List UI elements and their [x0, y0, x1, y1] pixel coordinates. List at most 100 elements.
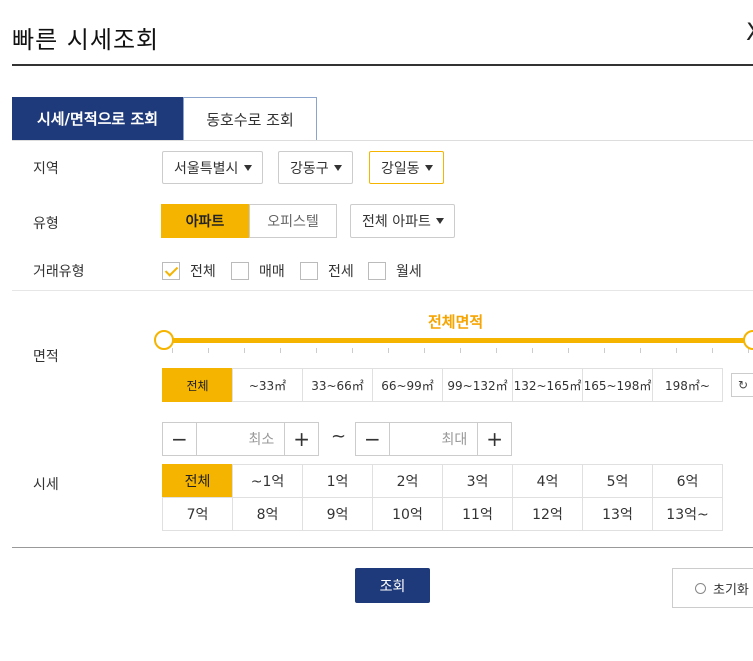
dong-select[interactable]: 강일동: [369, 151, 444, 184]
price-max-input[interactable]: 최대: [390, 423, 477, 455]
type-option-apartment[interactable]: 아파트: [161, 204, 249, 238]
trade-checkbox-all[interactable]: 전체: [162, 261, 216, 281]
price-button[interactable]: ~1억: [232, 464, 303, 498]
price-button[interactable]: 8억: [232, 497, 303, 531]
price-button-row-1: 전체 ~1억 1억 2억 3억 4억 5억 6억: [162, 464, 723, 498]
checkbox-icon: [368, 262, 386, 280]
slider-tick: [352, 348, 353, 353]
reset-button-label: 초기화: [713, 582, 749, 598]
slider-tick: [280, 348, 281, 353]
price-range-separator: ~: [331, 426, 347, 447]
chevron-down-icon: [436, 218, 444, 224]
area-label: 면적: [33, 349, 59, 365]
price-button[interactable]: 4억: [512, 464, 583, 498]
area-button-all[interactable]: 전체: [162, 368, 233, 402]
footer-divider: [12, 547, 753, 548]
price-min-increase-button[interactable]: +: [284, 423, 318, 455]
slider-tick: [676, 348, 677, 353]
slider-tick: [604, 348, 605, 353]
checkbox-icon: [300, 262, 318, 280]
subtype-select-value: 전체 아파트: [362, 214, 431, 230]
reset-button[interactable]: 초기화: [672, 568, 753, 608]
area-button-under-33[interactable]: ~33㎡: [232, 368, 303, 402]
reset-icon: [695, 582, 706, 594]
tab-divider: [12, 140, 753, 141]
section-divider: [12, 290, 753, 291]
price-max-increase-button[interactable]: +: [477, 423, 511, 455]
price-button[interactable]: 13억: [582, 497, 653, 531]
area-reset-icon[interactable]: ↻: [731, 373, 753, 397]
slider-tick: [172, 348, 173, 353]
price-button[interactable]: 3억: [442, 464, 513, 498]
price-min-stepper: − 최소 +: [162, 422, 319, 456]
slider-tick: [424, 348, 425, 353]
price-label: 시세: [33, 477, 59, 493]
title-divider: [12, 64, 753, 66]
price-max-decrease-button[interactable]: −: [356, 423, 390, 455]
slider-tick: [208, 348, 209, 353]
chevron-down-icon: [425, 165, 433, 171]
trade-checkbox-label: 전세: [328, 264, 354, 280]
price-button[interactable]: 5억: [582, 464, 653, 498]
slider-tick: [712, 348, 713, 353]
area-button-132-165[interactable]: 132~165㎡: [512, 368, 583, 402]
price-button[interactable]: 9억: [302, 497, 373, 531]
slider-tick: [316, 348, 317, 353]
trade-checkbox-sale[interactable]: 매매: [231, 261, 285, 281]
city-select[interactable]: 서울특별시: [162, 151, 263, 184]
district-select-value: 강동구: [290, 160, 329, 177]
type-option-officetel[interactable]: 오피스텔: [249, 204, 337, 238]
area-button-row: 전체 ~33㎡ 33~66㎡ 66~99㎡ 99~132㎡ 132~165㎡ 1…: [162, 368, 723, 402]
region-label: 지역: [33, 161, 59, 177]
slider-tick: [244, 348, 245, 353]
trade-label: 거래유형: [33, 264, 85, 280]
area-button-over-198[interactable]: 198㎡~: [652, 368, 723, 402]
slider-tick: [496, 348, 497, 353]
type-label: 유형: [33, 216, 59, 232]
close-icon[interactable]: X: [746, 18, 753, 46]
dong-select-value: 강일동: [381, 160, 420, 177]
checkbox-checked-icon: [162, 262, 180, 280]
slider-tick: [532, 348, 533, 353]
area-slider-min-handle[interactable]: [154, 330, 174, 350]
slider-tick: [460, 348, 461, 353]
checkbox-icon: [231, 262, 249, 280]
price-button[interactable]: 1억: [302, 464, 373, 498]
area-slider-track[interactable]: [164, 338, 753, 343]
tab-unit-number[interactable]: 동호수로 조회: [183, 97, 317, 140]
price-button[interactable]: 2억: [372, 464, 443, 498]
price-button[interactable]: 12억: [512, 497, 583, 531]
trade-checkbox-monthly[interactable]: 월세: [368, 261, 422, 281]
area-range-title: 전체면적: [428, 313, 484, 331]
area-button-66-99[interactable]: 66~99㎡: [372, 368, 443, 402]
chevron-down-icon: [334, 165, 342, 171]
area-button-99-132[interactable]: 99~132㎡: [442, 368, 513, 402]
slider-tick: [568, 348, 569, 353]
price-button[interactable]: 7억: [162, 497, 233, 531]
dialog-title: 빠른 시세조회: [12, 26, 160, 54]
trade-checkbox-label: 매매: [259, 264, 285, 280]
price-button[interactable]: 13억~: [652, 497, 723, 531]
city-select-value: 서울특별시: [174, 160, 239, 177]
price-min-input[interactable]: 최소: [197, 423, 284, 455]
price-button-all[interactable]: 전체: [162, 464, 233, 498]
chevron-down-icon: [244, 165, 252, 171]
area-button-165-198[interactable]: 165~198㎡: [582, 368, 653, 402]
trade-checkbox-label: 월세: [396, 264, 422, 280]
area-slider-max-handle[interactable]: [743, 330, 753, 350]
slider-tick: [640, 348, 641, 353]
subtype-select[interactable]: 전체 아파트: [350, 204, 455, 238]
trade-checkbox-label: 전체: [190, 264, 216, 280]
slider-tick: [388, 348, 389, 353]
search-button[interactable]: 조회: [355, 568, 430, 603]
price-min-decrease-button[interactable]: −: [163, 423, 197, 455]
area-button-33-66[interactable]: 33~66㎡: [302, 368, 373, 402]
tab-price-area[interactable]: 시세/면적으로 조회: [12, 97, 183, 140]
price-button[interactable]: 11억: [442, 497, 513, 531]
price-button[interactable]: 6억: [652, 464, 723, 498]
trade-checkbox-jeonse[interactable]: 전세: [300, 261, 354, 281]
district-select[interactable]: 강동구: [278, 151, 353, 184]
price-button-row-2: 7억 8억 9억 10억 11억 12억 13억 13억~: [162, 497, 723, 531]
price-max-stepper: − 최대 +: [355, 422, 512, 456]
price-button[interactable]: 10억: [372, 497, 443, 531]
